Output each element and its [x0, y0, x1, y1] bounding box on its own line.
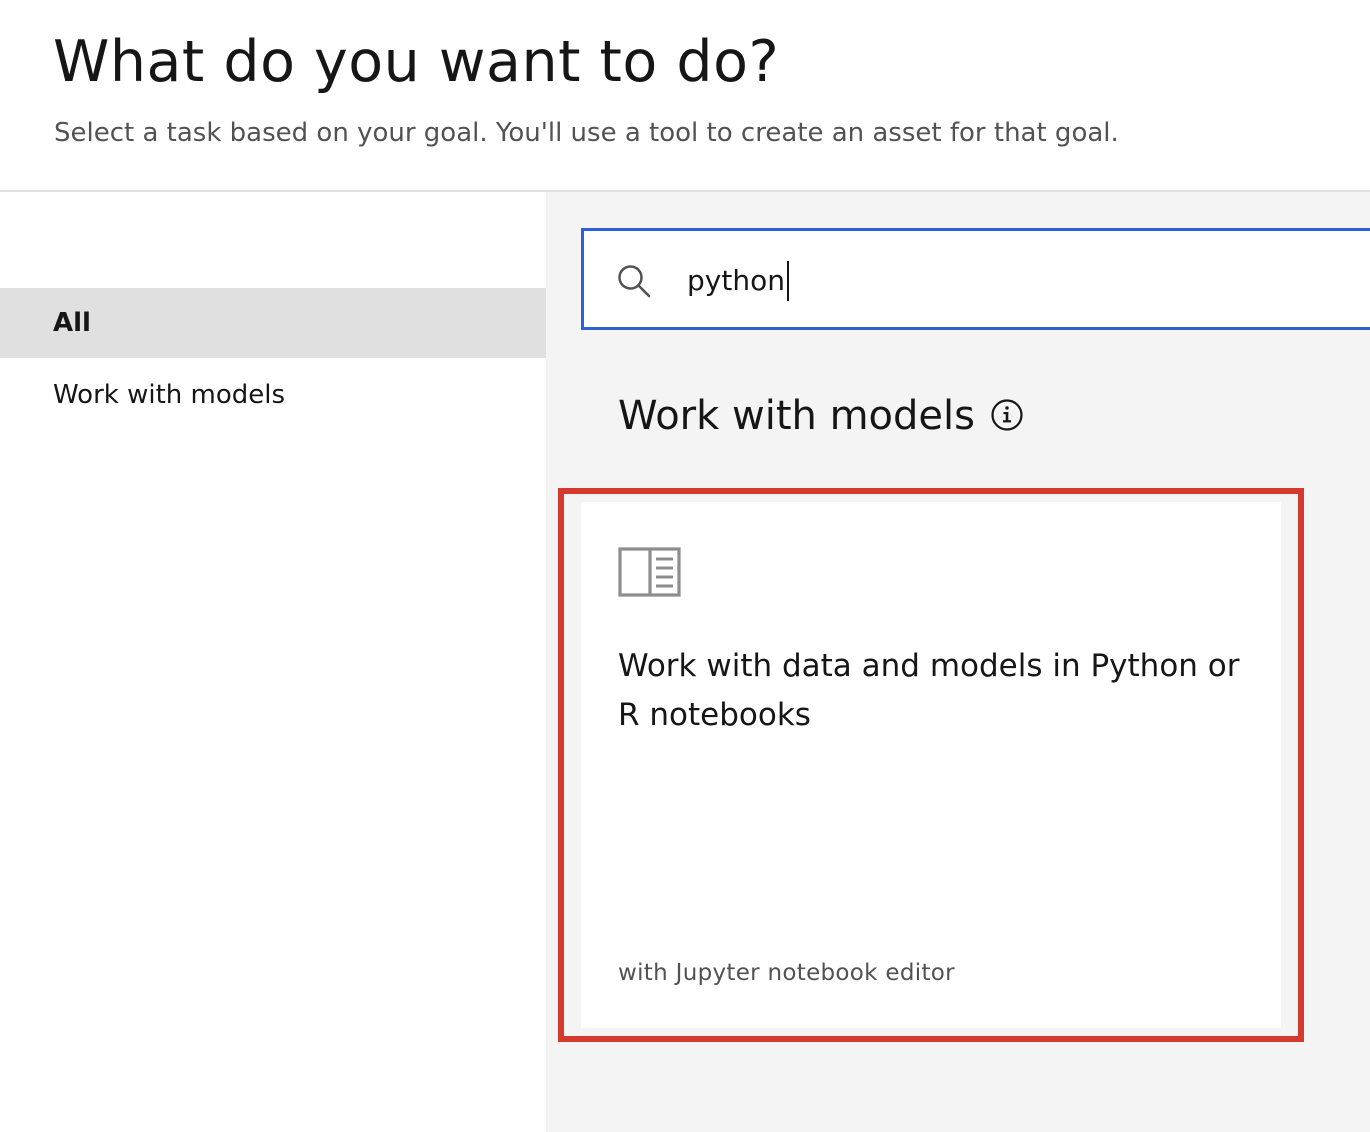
section-title: Work with models	[618, 393, 975, 439]
notebook-icon	[618, 547, 681, 597]
search-icon	[618, 265, 651, 298]
task-content-area: Work with models Work with data and mode…	[546, 192, 1370, 1132]
page-header: What do you want to do? Select a task ba…	[0, 0, 1370, 192]
info-icon[interactable]	[990, 398, 1024, 432]
page-title: What do you want to do?	[53, 29, 780, 95]
page-subtitle: Select a task based on your goal. You'll…	[54, 118, 1119, 148]
text-cursor	[786, 261, 789, 301]
search-field[interactable]	[581, 228, 1370, 330]
task-card-notebook[interactable]: Work with data and models in Python or R…	[581, 502, 1281, 1028]
sidebar-item-all[interactable]: All	[0, 288, 546, 358]
category-sidebar: All Work with models	[0, 192, 546, 1132]
sidebar-item-work-with-models[interactable]: Work with models	[0, 360, 546, 430]
search-input[interactable]	[687, 253, 1287, 307]
card-subtitle: with Jupyter notebook editor	[618, 960, 955, 986]
card-title: Work with data and models in Python or R…	[618, 648, 1240, 733]
